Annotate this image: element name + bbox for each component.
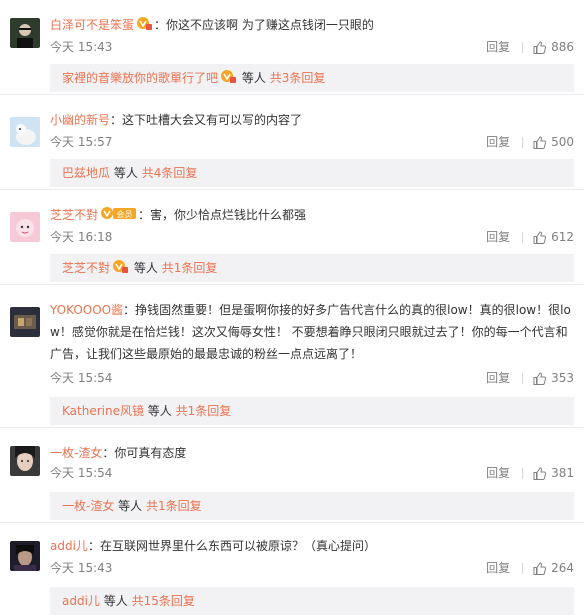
comment-time: 今天 15:54 <box>50 371 113 385</box>
sub-reply-mid: 等人 <box>103 594 128 608</box>
comment-item: 白泽可不是笨蛋 ：你这不应该啊 为了赚这点钱闭一只眼的 今天 15:43 回复 88… <box>0 0 584 95</box>
comment-username[interactable]: 小幽的新号 <box>50 113 110 127</box>
comment-username[interactable]: 白泽可不是笨蛋 <box>50 18 134 32</box>
vip-badge-icon <box>220 65 237 93</box>
sub-reply-mid: 等人 <box>133 261 158 275</box>
comment-text: ：你这不应该啊 为了赚这点钱闭一只眼的 <box>154 18 374 32</box>
comment-list: 白泽可不是笨蛋 ：你这不应该啊 为了赚这点钱闭一只眼的 今天 15:43 回复 88… <box>0 0 584 616</box>
sub-reply-username[interactable]: 一枚-渣女 <box>62 499 114 513</box>
view-replies-link[interactable]: 共3条回复 <box>270 71 326 85</box>
thumbs-up-icon <box>533 41 547 54</box>
avatar[interactable] <box>10 541 40 571</box>
thumbs-up-icon <box>533 467 547 480</box>
thumbs-up-icon <box>533 562 547 575</box>
like-button[interactable]: 886 <box>533 38 574 56</box>
divider <box>522 373 524 384</box>
comment-item: 芝芝不對 会员 ：害，你少恰点烂钱比什么都强 今天 16:18 回复 612 芝芝不對… <box>0 190 584 285</box>
like-count: 353 <box>551 371 574 385</box>
view-replies-link[interactable]: 共1条回复 <box>176 404 232 418</box>
comment-time: 今天 15:43 <box>50 561 113 575</box>
sub-reply-mid: 等人 <box>118 499 143 513</box>
like-count: 381 <box>551 466 574 480</box>
sub-reply-username[interactable]: addi儿 <box>62 594 100 608</box>
sub-reply-username[interactable]: 芝芝不對 <box>62 261 110 275</box>
reply-button[interactable]: 回复 <box>486 464 510 482</box>
comment-text: ：这下吐槽大会又有可以写的内容了 <box>110 113 303 127</box>
sub-reply-username[interactable]: 巴兹地瓜 <box>62 166 110 180</box>
reply-button[interactable]: 回复 <box>486 369 510 387</box>
vip-badge-label: 会员 <box>117 209 133 219</box>
comment-time: 今天 15:54 <box>50 466 113 480</box>
comment-text: ：害，你少恰点烂钱比什么都强 <box>138 208 307 222</box>
thumbs-up-icon <box>533 231 547 244</box>
reply-button[interactable]: 回复 <box>486 133 510 151</box>
comment-text: ：你可真有态度 <box>102 446 187 460</box>
comment-item: 小幽的新号：这下吐槽大会又有可以写的内容了 今天 15:57 回复 500 巴兹地… <box>0 95 584 190</box>
like-count: 612 <box>551 230 574 244</box>
view-replies-link[interactable]: 共1条回复 <box>146 499 202 513</box>
avatar[interactable] <box>10 212 40 242</box>
sub-reply-mid: 等人 <box>147 404 172 418</box>
sub-reply-mid: 等人 <box>241 71 266 85</box>
comment-time: 今天 15:43 <box>50 40 113 54</box>
sub-reply-mid: 等人 <box>113 166 138 180</box>
view-replies-link[interactable]: 共1条回复 <box>162 261 218 275</box>
comment-text: ：挣钱固然重要！但是蛋啊你接的好多广告代言什么的真的很low！真的很low！很l… <box>50 303 571 361</box>
vip-badge-icon <box>112 255 129 283</box>
comment-username[interactable]: 一枚-渣女 <box>50 446 102 460</box>
sub-reply-username[interactable]: 家裡的音樂放你的歌單行了吧 <box>62 71 218 85</box>
like-button[interactable]: 381 <box>533 464 574 482</box>
comment-time: 今天 15:57 <box>50 135 113 149</box>
divider <box>522 137 524 148</box>
view-replies-link[interactable]: 共4条回复 <box>142 166 198 180</box>
comment-username[interactable]: YOKOOOO酱 <box>50 303 123 317</box>
comment-username[interactable]: addi儿 <box>50 539 88 553</box>
like-count: 264 <box>551 561 574 575</box>
sub-reply-username[interactable]: Katherine风镜 <box>62 404 144 418</box>
comment-item: 一枚-渣女：你可真有态度 今天 15:54 回复 381 一枚-渣女 等人 共1条… <box>0 428 584 523</box>
comment-item: YOKOOOO酱：挣钱固然重要！但是蛋啊你接的好多广告代言什么的真的很low！真… <box>0 285 584 428</box>
like-count: 886 <box>551 40 574 54</box>
like-count: 500 <box>551 135 574 149</box>
avatar[interactable] <box>10 307 40 337</box>
divider <box>522 468 524 479</box>
like-button[interactable]: 500 <box>533 133 574 151</box>
divider <box>522 42 524 53</box>
avatar[interactable] <box>10 117 40 147</box>
comment-time: 今天 16:18 <box>50 230 113 244</box>
vip-badge-icon <box>136 15 153 37</box>
reply-button[interactable]: 回复 <box>486 559 510 577</box>
reply-button[interactable]: 回复 <box>486 228 510 246</box>
reply-button[interactable]: 回复 <box>486 38 510 56</box>
avatar[interactable] <box>10 18 40 48</box>
like-button[interactable]: 353 <box>533 369 574 387</box>
divider <box>522 232 524 243</box>
thumbs-up-icon <box>533 372 547 385</box>
thumbs-up-icon <box>533 136 547 149</box>
comment-text: ：在互联网世界里什么东西可以被原谅？（真心提问） <box>87 539 376 553</box>
like-button[interactable]: 612 <box>533 228 574 246</box>
divider <box>522 563 524 574</box>
vip-member-badge-icon: 会员 <box>100 205 137 227</box>
like-button[interactable]: 264 <box>533 559 574 577</box>
avatar[interactable] <box>10 446 40 476</box>
comment-username[interactable]: 芝芝不對 <box>50 208 98 222</box>
view-replies-link[interactable]: 共15条回复 <box>132 594 195 608</box>
comment-item: addi儿：在互联网世界里什么东西可以被原谅？（真心提问） 今天 15:43 回… <box>0 523 584 616</box>
